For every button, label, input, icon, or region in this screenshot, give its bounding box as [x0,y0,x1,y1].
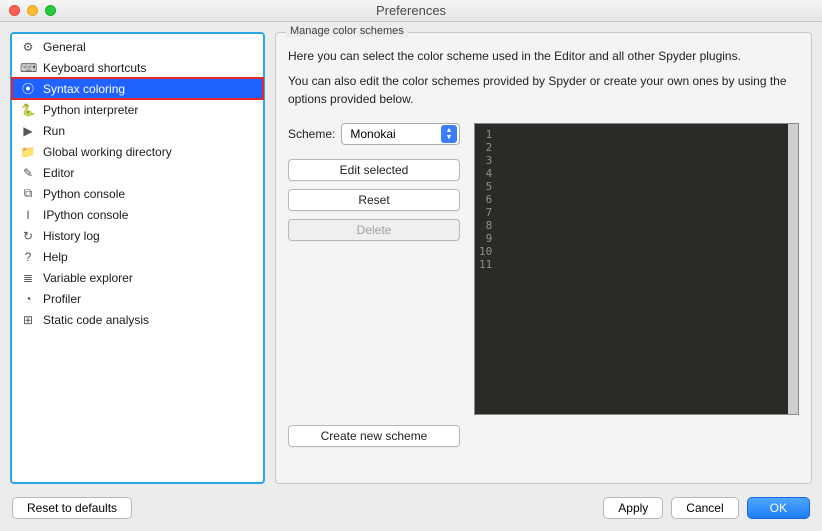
run-icon: ▶ [20,124,36,138]
updown-icon: ▲▼ [441,125,457,143]
color-schemes-group: Manage color schemes Here you can select… [275,32,812,484]
edit-selected-button[interactable]: Edit selected [288,159,460,181]
minimize-icon[interactable] [27,5,38,16]
sidebar-item-label: Profiler [43,292,81,306]
variable-explorer-icon: ≣ [20,271,36,285]
reset-to-defaults-button[interactable]: Reset to defaults [12,497,132,519]
sidebar-item-run[interactable]: ▶ Run [12,120,263,141]
help-icon: ? [20,250,36,264]
sidebar-item-editor[interactable]: ✎ Editor [12,162,263,183]
sidebar-item-label: Python console [43,187,125,201]
create-new-scheme-button[interactable]: Create new scheme [288,425,460,447]
window-controls [0,5,56,16]
cancel-button[interactable]: Cancel [671,497,738,519]
python-console-icon: ⧉ [20,186,36,201]
sidebar-item-python-console[interactable]: ⧉ Python console [12,183,263,204]
sidebar-item-label: History log [43,229,100,243]
profiler-icon: ◔ [20,292,36,306]
keyboard-shortcuts-icon: ⌨ [20,61,36,75]
sidebar-item-label: Run [43,124,65,138]
sidebar-item-python-interpreter[interactable]: 🐍 Python interpreter [12,99,263,120]
static-code-analysis-icon: ⊞ [20,313,36,327]
ipython-console-icon: I [20,208,36,222]
apply-button[interactable]: Apply [603,497,663,519]
sidebar-item-label: Help [43,250,68,264]
preview-scrollbar[interactable] [788,124,798,414]
preferences-sidebar[interactable]: ⚙ General ⌨ Keyboard shortcuts ⦿ Syntax color… [10,32,265,484]
preview-line-numbers: 1 2 3 4 5 6 7 8 91011 [479,128,492,271]
scheme-preview: 1 2 3 4 5 6 7 8 91011 [474,123,799,415]
zoom-icon[interactable] [45,5,56,16]
editor-icon: ✎ [20,166,36,180]
description: Here you can select the color scheme use… [288,47,799,109]
history-log-icon: ↻ [20,229,36,243]
sidebar-item-label: Global working directory [43,145,172,159]
sidebar-item-general[interactable]: ⚙ General [12,36,263,57]
scheme-select[interactable]: Monokai ▲▼ [341,123,460,145]
scheme-controls: Scheme: Monokai ▲▼ Edit selected Reset D… [288,123,460,415]
sidebar-item-history-log[interactable]: ↻ History log [12,225,263,246]
sidebar-item-static-code-analysis[interactable]: ⊞ Static code analysis [12,309,263,330]
sidebar-item-variable-explorer[interactable]: ≣ Variable explorer [12,267,263,288]
sidebar-item-label: Variable explorer [43,271,133,285]
python-interpreter-icon: 🐍 [20,103,36,117]
group-title: Manage color schemes [286,25,408,37]
sidebar-item-label: Keyboard shortcuts [43,61,146,75]
sidebar-item-ipython-console[interactable]: I IPython console [12,204,263,225]
description-line-1: Here you can select the color scheme use… [288,47,799,66]
sidebar-item-global-working-directory[interactable]: 📁 Global working directory [12,141,263,162]
sidebar-item-help[interactable]: ? Help [12,246,263,267]
description-line-2: You can also edit the color schemes prov… [288,72,799,109]
syntax-coloring-icon: ⦿ [20,80,36,97]
delete-button: Delete [288,219,460,241]
sidebar-item-label: General [43,40,86,54]
sidebar-item-keyboard-shortcuts[interactable]: ⌨ Keyboard shortcuts [12,57,263,78]
titlebar: Preferences [0,0,822,22]
window-title: Preferences [0,3,822,18]
sidebar-item-profiler[interactable]: ◔ Profiler [12,288,263,309]
close-icon[interactable] [9,5,20,16]
scheme-label: Scheme: [288,127,335,141]
sidebar-item-label: Python interpreter [43,103,138,117]
global-working-directory-icon: 📁 [20,145,36,159]
sidebar-item-label: IPython console [43,208,128,222]
sidebar-item-label: Syntax coloring [43,82,125,96]
general-icon: ⚙ [20,40,36,54]
sidebar-item-syntax-coloring[interactable]: ⦿ Syntax coloring [12,78,263,99]
scheme-value: Monokai [350,127,395,141]
dialog-footer: Reset to defaults Apply Cancel OK [0,494,822,519]
sidebar-item-label: Editor [43,166,74,180]
reset-button[interactable]: Reset [288,189,460,211]
sidebar-item-label: Static code analysis [43,313,149,327]
ok-button[interactable]: OK [747,497,810,519]
preferences-main: Manage color schemes Here you can select… [275,32,812,484]
